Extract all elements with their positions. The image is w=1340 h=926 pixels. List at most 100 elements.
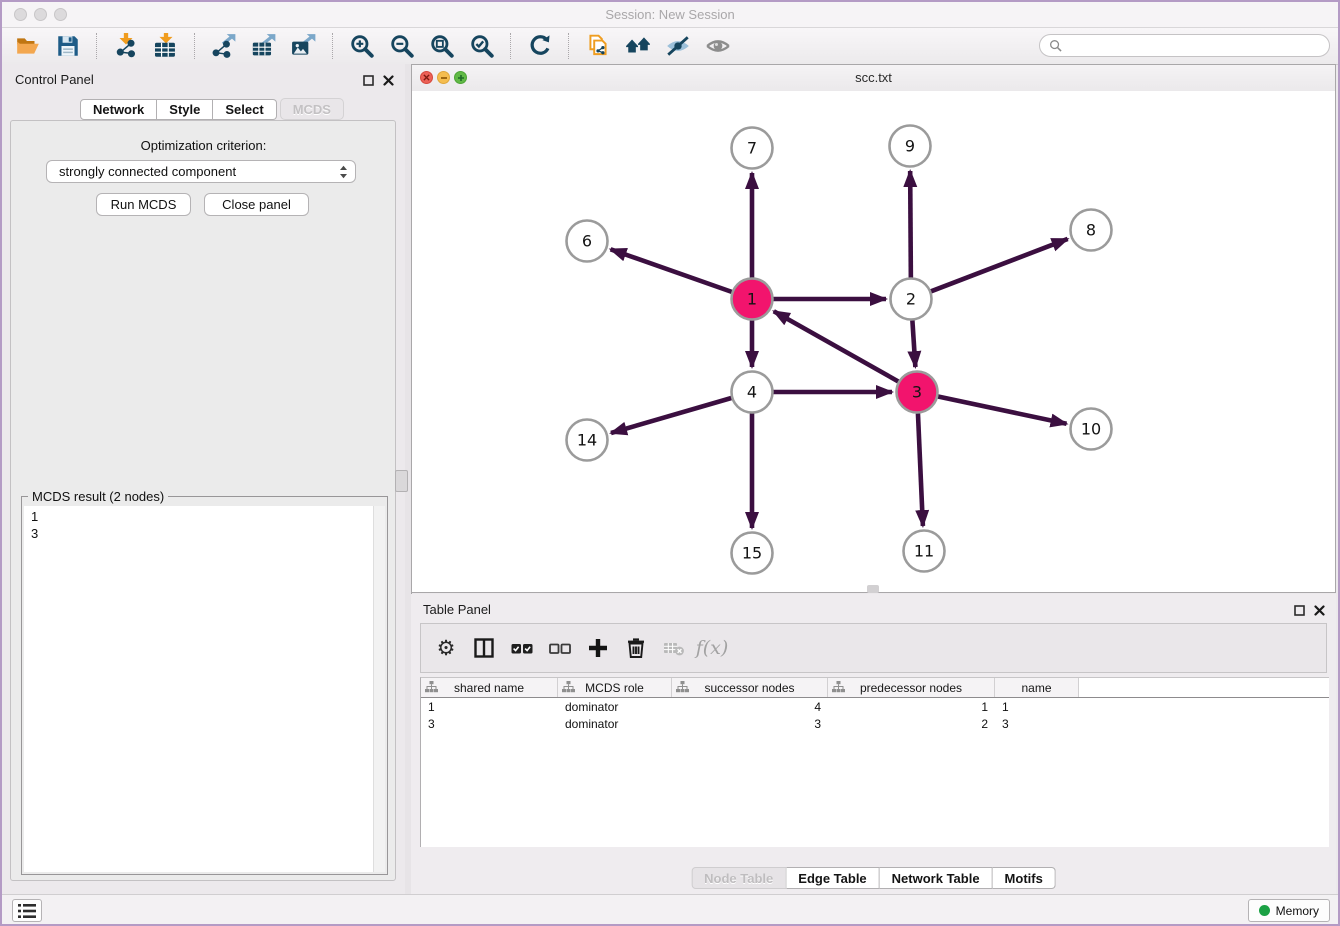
- criterion-select[interactable]: strongly connected component: [46, 160, 356, 183]
- table-row[interactable]: 3dominator323: [421, 715, 1329, 732]
- hierarchy-icon: [562, 681, 575, 693]
- export-table-button[interactable]: [249, 31, 279, 61]
- select-all-columns-button[interactable]: [510, 635, 534, 661]
- split-panel-button[interactable]: [472, 635, 496, 661]
- application-window: Session: New Session Control Panel Netwo…: [0, 0, 1340, 926]
- tab-network[interactable]: Network: [80, 99, 157, 120]
- tab-mcds[interactable]: MCDS: [280, 98, 344, 120]
- toolbar-separator: [194, 33, 196, 59]
- table-cell[interactable]: 1: [828, 700, 995, 714]
- export-network-button[interactable]: [209, 31, 239, 61]
- import-table-button[interactable]: [151, 31, 181, 61]
- table-cell[interactable]: dominator: [558, 717, 672, 731]
- mcds-result-line: 3: [31, 525, 378, 542]
- tab-motifs[interactable]: Motifs: [993, 867, 1056, 889]
- control-panel-title: Control Panel: [15, 72, 94, 87]
- search-input[interactable]: [1068, 38, 1329, 54]
- control-panel-close-button[interactable]: [382, 74, 394, 86]
- edge-3-10[interactable]: [938, 396, 1067, 423]
- column-label: MCDS role: [585, 681, 644, 695]
- column-settings-button[interactable]: ⚙: [434, 635, 458, 661]
- open-file-button[interactable]: [13, 31, 43, 61]
- column-header-predecessor-nodes[interactable]: predecessor nodes: [828, 678, 995, 697]
- horizontal-splitter-grip[interactable]: [867, 585, 879, 593]
- edge-3-11[interactable]: [918, 413, 923, 526]
- main-toolbar-icons: [8, 28, 738, 64]
- edge-1-6[interactable]: [611, 249, 732, 292]
- network-window-title: scc.txt: [412, 70, 1335, 85]
- hide-selected-button[interactable]: [663, 31, 693, 61]
- run-mcds-button[interactable]: Run MCDS: [96, 193, 191, 216]
- edge-4-14[interactable]: [611, 398, 731, 433]
- list-icon: [18, 904, 36, 918]
- zoom-in-button[interactable]: [347, 31, 377, 61]
- memory-status-dot: [1259, 905, 1270, 916]
- table-panel-float-button[interactable]: [1293, 604, 1305, 616]
- network-canvas[interactable]: 1234678910111415: [412, 91, 1335, 592]
- duplicate-network-button[interactable]: [583, 31, 613, 61]
- network-window-titlebar: scc.txt: [412, 65, 1335, 92]
- control-panel: Control Panel NetworkStyleSelectMCDS Opt…: [2, 64, 405, 894]
- tab-node-table[interactable]: Node Table: [691, 867, 786, 889]
- zoom-selected-button[interactable]: [467, 31, 497, 61]
- unselect-all-columns-button[interactable]: [548, 635, 572, 661]
- table-cell[interactable]: 3: [995, 717, 1079, 731]
- node-label-6: 6: [582, 232, 592, 251]
- table-panel-close-button[interactable]: [1313, 604, 1325, 616]
- table-cell[interactable]: dominator: [558, 700, 672, 714]
- table-cell[interactable]: 1: [421, 700, 558, 714]
- show-all-button[interactable]: [703, 31, 733, 61]
- mcds-result-area[interactable]: 13: [24, 506, 385, 872]
- tab-style[interactable]: Style: [157, 99, 213, 120]
- node-table-header: shared name MCDS role successor nodes prede…: [421, 678, 1329, 698]
- column-header-MCDS-role[interactable]: MCDS role: [558, 678, 672, 697]
- column-header-name[interactable]: name: [995, 678, 1079, 697]
- zoom-fit-button[interactable]: [427, 31, 457, 61]
- table-cell[interactable]: 3: [672, 717, 828, 731]
- add-column-button[interactable]: [586, 635, 610, 661]
- table-cell[interactable]: 3: [421, 717, 558, 731]
- tab-edge-table[interactable]: Edge Table: [786, 867, 879, 889]
- network-graph[interactable]: 1234678910111415: [412, 91, 1335, 592]
- close-panel-button[interactable]: Close panel: [204, 193, 309, 216]
- node-label-15: 15: [742, 544, 762, 563]
- memory-button[interactable]: Memory: [1248, 899, 1330, 922]
- tab-select[interactable]: Select: [213, 99, 276, 120]
- node-table: shared name MCDS role successor nodes prede…: [420, 677, 1329, 847]
- column-label: name: [1021, 681, 1051, 695]
- tab-network-table[interactable]: Network Table: [880, 867, 993, 889]
- column-header-shared-name[interactable]: shared name: [421, 678, 558, 697]
- node-label-8: 8: [1086, 221, 1096, 240]
- node-label-4: 4: [747, 383, 757, 402]
- column-header-successor-nodes[interactable]: successor nodes: [672, 678, 828, 697]
- edge-2-9[interactable]: [910, 171, 911, 278]
- edge-2-8[interactable]: [931, 239, 1068, 291]
- control-panel-tabs: NetworkStyleSelectMCDS: [80, 99, 344, 120]
- memory-label: Memory: [1276, 904, 1319, 918]
- table-cell[interactable]: 2: [828, 717, 995, 731]
- first-neighbors-button[interactable]: [623, 31, 653, 61]
- mcds-result-group: MCDS result (2 nodes) 13: [21, 496, 388, 875]
- table-cell[interactable]: 1: [995, 700, 1079, 714]
- search-box[interactable]: [1039, 34, 1330, 57]
- edge-2-3[interactable]: [912, 320, 915, 367]
- save-session-button[interactable]: [53, 31, 83, 61]
- node-label-14: 14: [577, 431, 597, 450]
- zoom-out-button[interactable]: [387, 31, 417, 61]
- import-network-button[interactable]: [111, 31, 141, 61]
- node-label-3: 3: [912, 383, 922, 402]
- show-panels-button[interactable]: [12, 899, 42, 922]
- control-panel-float-button[interactable]: [362, 74, 374, 86]
- vertical-splitter-grip[interactable]: [395, 470, 408, 492]
- refresh-button[interactable]: [525, 31, 555, 61]
- table-row[interactable]: 1dominator411: [421, 698, 1329, 715]
- table-cell[interactable]: 4: [672, 700, 828, 714]
- delete-column-button[interactable]: [624, 635, 648, 661]
- table-panel-title: Table Panel: [423, 602, 491, 617]
- export-image-button[interactable]: [289, 31, 319, 61]
- node-table-body: 1dominator4113dominator323: [421, 698, 1329, 732]
- optimization-criterion-label: Optimization criterion:: [2, 138, 405, 153]
- mcds-result-scrollbar[interactable]: [373, 506, 385, 872]
- edge-3-1[interactable]: [774, 311, 898, 381]
- column-label: successor nodes: [704, 681, 794, 695]
